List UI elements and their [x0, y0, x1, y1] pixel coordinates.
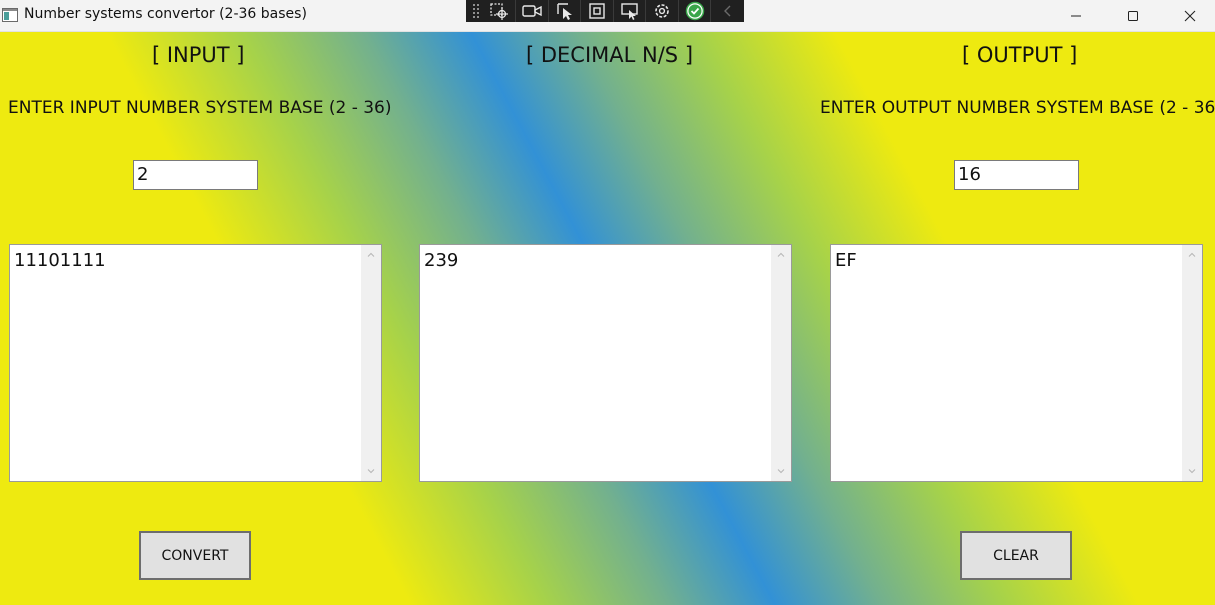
app-icon: [2, 8, 18, 22]
decimal-number-value: 239: [424, 250, 459, 271]
input-base-label: ENTER INPUT NUMBER SYSTEM BASE (2 - 36): [8, 98, 392, 118]
scroll-down-icon[interactable]: [776, 466, 786, 476]
input-number-textarea[interactable]: 11101111: [9, 244, 382, 482]
clear-button[interactable]: CLEAR: [960, 531, 1072, 580]
client-area: [ INPUT ] [ DECIMAL N/S ] [ OUTPUT ] ENT…: [0, 32, 1215, 605]
input-number-value: 11101111: [14, 250, 106, 271]
decimal-number-scrollbar[interactable]: [771, 245, 791, 481]
window-capture-icon[interactable]: [581, 0, 614, 22]
capture-toolbar: [466, 0, 744, 22]
output-number-scrollbar[interactable]: [1182, 245, 1202, 481]
output-number-value: EF: [835, 250, 857, 271]
scroll-down-icon[interactable]: [1187, 466, 1197, 476]
minimize-button[interactable]: [1053, 0, 1099, 31]
scroll-up-icon[interactable]: [366, 250, 376, 260]
fullscreen-capture-icon[interactable]: [614, 0, 647, 22]
window-title: Number systems convertor (2-36 bases): [24, 6, 307, 22]
decimal-heading: [ DECIMAL N/S ]: [526, 43, 694, 67]
output-number-textarea[interactable]: EF: [830, 244, 1203, 482]
input-base-field[interactable]: 2: [133, 160, 258, 190]
minimize-icon: [1071, 15, 1081, 16]
video-record-icon[interactable]: [516, 0, 549, 22]
scroll-down-icon[interactable]: [366, 466, 376, 476]
convert-button[interactable]: CONVERT: [139, 531, 251, 580]
maximize-button[interactable]: [1110, 0, 1156, 31]
title-bar[interactable]: Number systems convertor (2-36 bases): [0, 0, 1215, 32]
scroll-up-icon[interactable]: [1187, 250, 1197, 260]
collapse-chevron-icon[interactable]: [711, 0, 744, 22]
close-button[interactable]: [1167, 0, 1213, 31]
app-window: Number systems convertor (2-36 bases) […: [0, 0, 1215, 605]
region-capture-icon[interactable]: [484, 0, 517, 22]
decimal-number-textarea[interactable]: 239: [419, 244, 792, 482]
output-base-field[interactable]: 16: [954, 160, 1079, 190]
pointer-select-icon[interactable]: [549, 0, 582, 22]
input-number-scrollbar[interactable]: [361, 245, 381, 481]
input-heading: [ INPUT ]: [152, 43, 245, 67]
done-check-icon[interactable]: [679, 0, 712, 22]
toolbar-grip-icon[interactable]: [472, 3, 480, 19]
settings-icon[interactable]: [646, 0, 679, 22]
close-icon: [1184, 10, 1196, 21]
scroll-up-icon[interactable]: [776, 250, 786, 260]
maximize-icon: [1128, 10, 1138, 21]
output-heading: [ OUTPUT ]: [962, 43, 1078, 67]
output-base-label: ENTER OUTPUT NUMBER SYSTEM BASE (2 - 36): [820, 98, 1215, 118]
